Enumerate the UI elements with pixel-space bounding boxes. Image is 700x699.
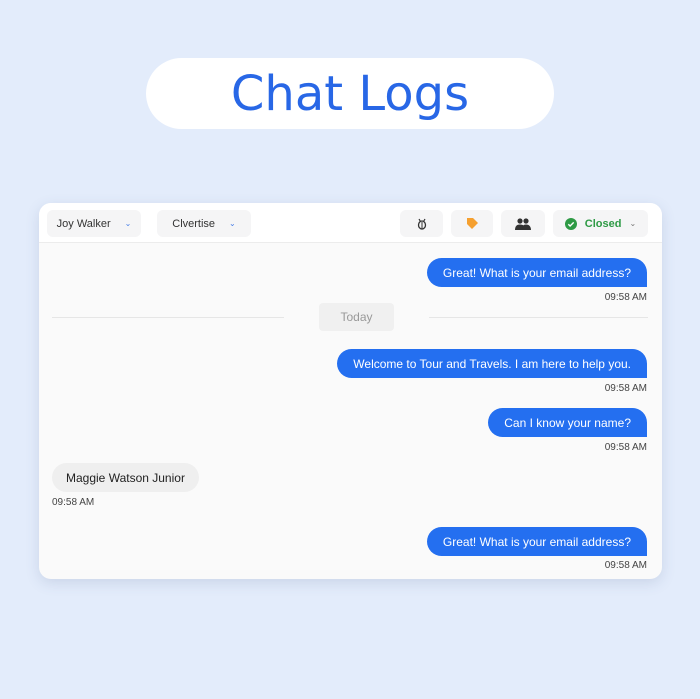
agent-dropdown[interactable]: Joy Walker ⌄ (47, 210, 141, 237)
outgoing-message: Great! What is your email address? (426, 258, 647, 287)
check-circle-icon (564, 217, 577, 230)
date-divider: Today (319, 303, 394, 331)
status-dropdown[interactable]: Closed ⌄ (553, 210, 648, 237)
message-time: 09:58 AM (52, 497, 95, 508)
chevron-down-icon: ⌄ (629, 219, 637, 228)
outgoing-message: Welcome to Tour and Travels. I am here t… (337, 349, 647, 378)
divider-line (52, 317, 284, 318)
outgoing-message: Great! What is your email address? (426, 527, 647, 556)
message-time: 09:58 AM (604, 560, 647, 571)
brand-name: Clvertise (172, 217, 216, 230)
chat-header: Joy Walker ⌄ Clvertise ⌄ Closed ⌄ (39, 203, 662, 243)
bug-button[interactable] (400, 210, 443, 237)
chevron-down-icon: ⌄ (229, 219, 236, 228)
chat-log-card: Joy Walker ⌄ Clvertise ⌄ Closed ⌄ Great!… (39, 203, 662, 579)
incoming-message: Maggie Watson Junior (52, 463, 199, 492)
brand-dropdown[interactable]: Clvertise ⌄ (157, 210, 251, 237)
participants-button[interactable] (501, 210, 545, 237)
message-time: 09:58 AM (604, 442, 647, 453)
tag-button[interactable] (451, 210, 493, 237)
divider-line (429, 317, 648, 318)
page-title: Chat Logs (146, 58, 554, 129)
people-icon (515, 217, 531, 230)
agent-name: Joy Walker (56, 217, 111, 230)
status-label: Closed (584, 217, 622, 230)
tag-icon (466, 218, 478, 229)
bug-icon (417, 218, 426, 230)
message-time: 09:58 AM (604, 383, 647, 394)
outgoing-message: Can I know your name? (488, 408, 647, 437)
message-time: 09:58 AM (604, 292, 647, 303)
chevron-down-icon: ⌄ (124, 219, 132, 228)
